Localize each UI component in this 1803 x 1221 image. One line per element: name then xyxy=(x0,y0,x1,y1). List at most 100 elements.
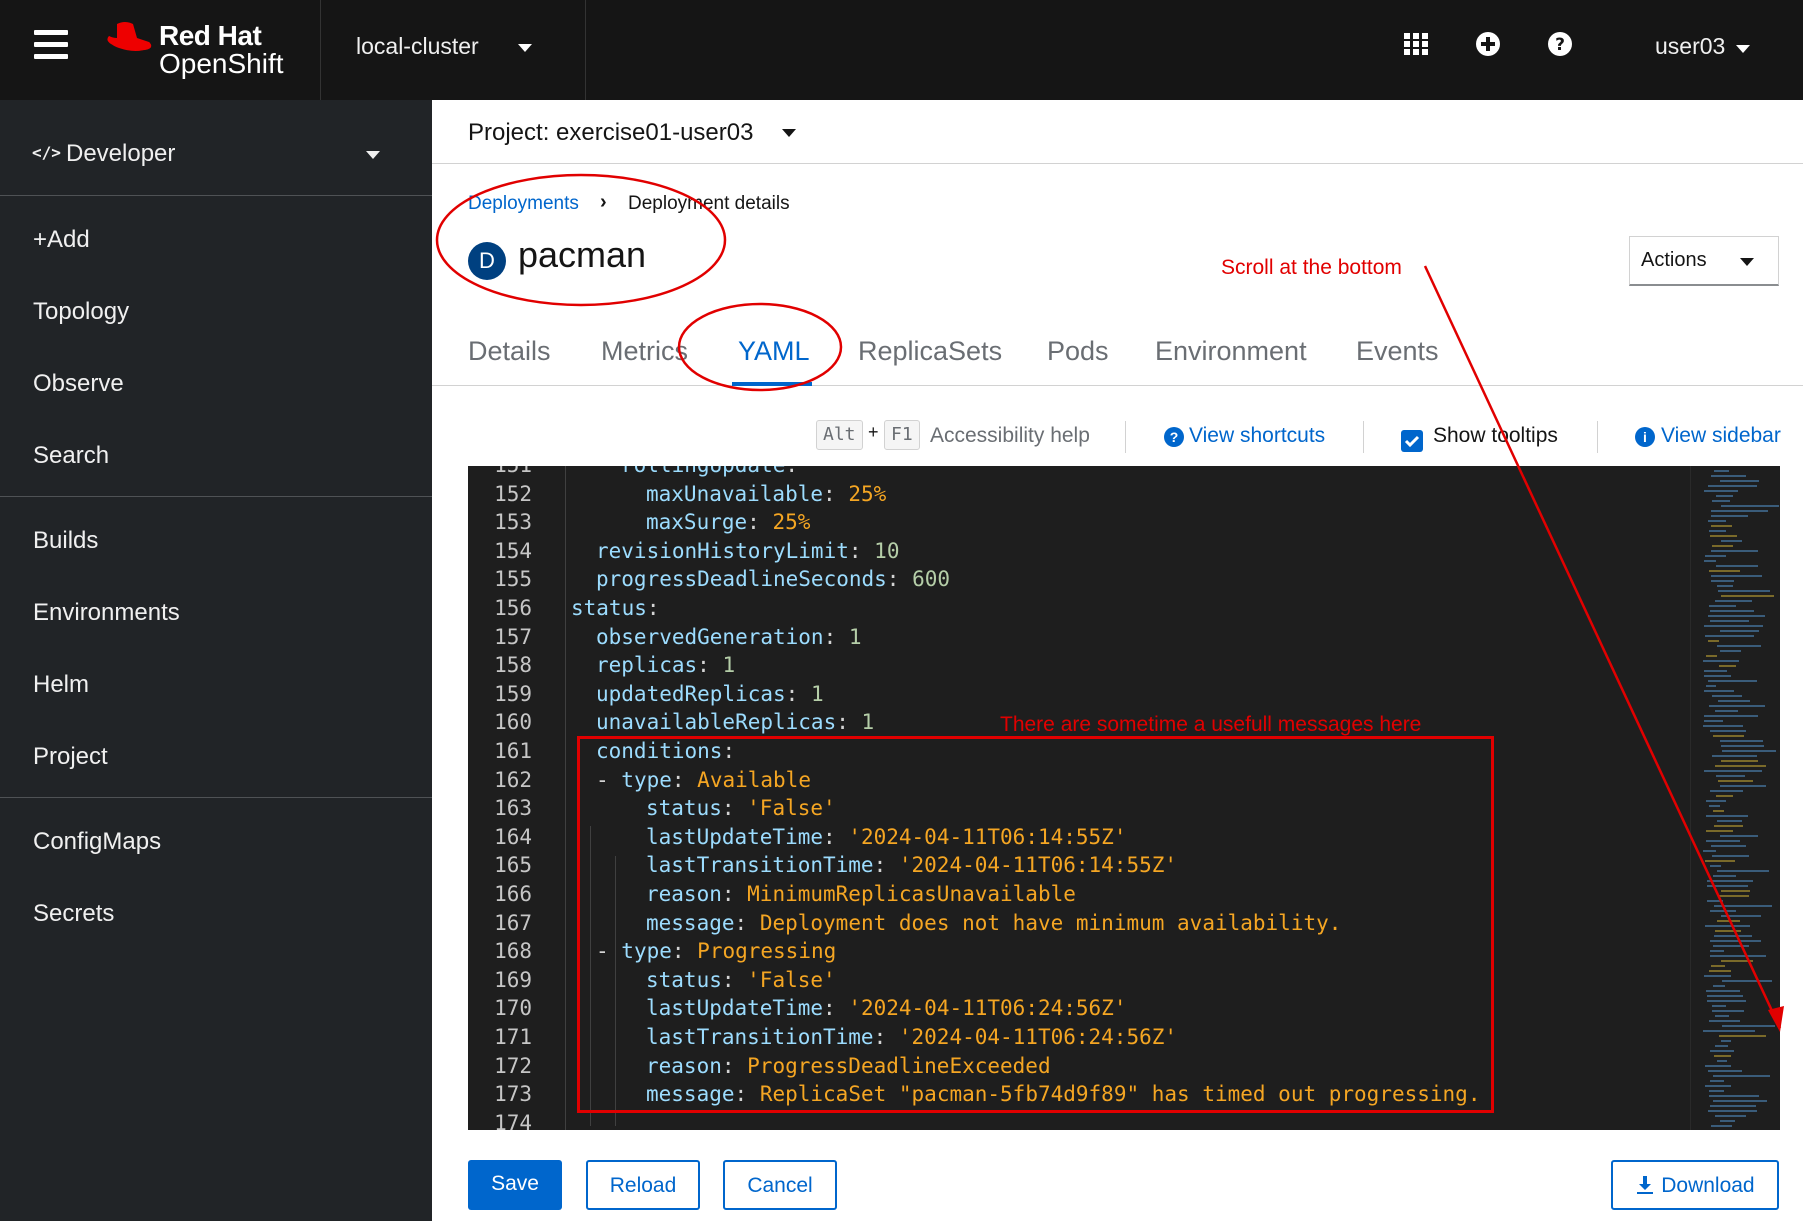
minimap-line xyxy=(1718,590,1770,592)
minimap-line xyxy=(1711,525,1732,527)
minimap-line xyxy=(1713,945,1749,947)
perspective-switcher[interactable]: </> Developer xyxy=(0,100,432,196)
info-circle-icon[interactable]: i xyxy=(1635,427,1655,447)
indent-guide xyxy=(565,466,566,1130)
reload-button[interactable]: Reload xyxy=(586,1160,700,1210)
editor-minimap[interactable] xyxy=(1690,466,1780,1130)
line-number: 162 xyxy=(494,767,532,792)
minimap-line xyxy=(1713,1075,1770,1077)
save-button[interactable]: Save xyxy=(468,1160,562,1210)
sidebar-item-add[interactable]: +Add xyxy=(33,226,90,254)
show-tooltips-label[interactable]: Show tooltips xyxy=(1433,424,1558,448)
minimap-line xyxy=(1715,710,1738,712)
tab-details[interactable]: Details xyxy=(468,336,551,367)
tab-metrics[interactable]: Metrics xyxy=(601,336,688,367)
minimap-line xyxy=(1719,665,1736,667)
minimap-line xyxy=(1710,730,1746,732)
masthead: Red Hat OpenShift local-cluster ? user03 xyxy=(0,0,1803,100)
minimap-line xyxy=(1718,700,1750,702)
minimap-line xyxy=(1720,785,1766,787)
kbd-f1: F1 xyxy=(884,420,920,450)
line-number: 156 xyxy=(494,596,532,620)
minimap-line xyxy=(1707,1000,1746,1002)
minimap-line xyxy=(1711,510,1768,512)
view-shortcuts-link[interactable]: View shortcuts xyxy=(1189,424,1325,448)
svg-text:?: ? xyxy=(1555,35,1565,55)
cluster-caret-down-icon[interactable] xyxy=(518,44,532,52)
minimap-line xyxy=(1720,480,1759,482)
actions-dropdown[interactable]: Actions xyxy=(1629,236,1779,286)
download-button[interactable]: Download xyxy=(1611,1160,1779,1210)
minimap-line xyxy=(1711,475,1746,477)
sidebar-item-topology[interactable]: Topology xyxy=(33,298,129,326)
sidebar-divider xyxy=(0,496,432,497)
question-circle-icon[interactable]: ? xyxy=(1546,30,1574,58)
code-icon: </> xyxy=(32,143,61,162)
sidebar-item-configmaps[interactable]: ConfigMaps xyxy=(33,828,161,856)
plus-circle-icon[interactable] xyxy=(1474,30,1502,58)
question-circle-icon[interactable]: ? xyxy=(1164,427,1184,447)
sidebar-item-observe[interactable]: Observe xyxy=(33,370,124,398)
tab-pods[interactable]: Pods xyxy=(1047,336,1109,367)
minimap-line xyxy=(1704,770,1762,772)
user-caret-down-icon[interactable] xyxy=(1736,45,1750,53)
minimap-line xyxy=(1703,850,1716,852)
sidebar-item-helm[interactable]: Helm xyxy=(33,671,89,699)
line-number: 169 xyxy=(494,967,532,992)
minimap-line xyxy=(1705,860,1735,862)
cluster-selector[interactable]: local-cluster xyxy=(356,33,479,60)
hamburger-menu-icon[interactable] xyxy=(34,30,68,60)
openshift-logo[interactable]: Red Hat OpenShift xyxy=(103,14,293,84)
grid-icon[interactable] xyxy=(1402,30,1430,58)
breadcrumb-current: Deployment details xyxy=(628,193,790,214)
breadcrumb-deployments-link[interactable]: Deployments xyxy=(468,193,579,215)
view-sidebar-link[interactable]: View sidebar xyxy=(1661,424,1781,448)
tab-replicasets[interactable]: ReplicaSets xyxy=(858,336,1002,367)
sidebar-item-project[interactable]: Project xyxy=(33,743,108,771)
sidebar-item-search[interactable]: Search xyxy=(33,442,109,470)
minimap-line xyxy=(1715,1015,1729,1017)
project-caret-down-icon[interactable] xyxy=(782,129,796,137)
minimap-line xyxy=(1710,610,1754,612)
minimap-line xyxy=(1708,485,1757,487)
minimap-line xyxy=(1720,1120,1735,1122)
annotation-messages-note: There are sometime a usefull messages he… xyxy=(1000,713,1422,736)
show-tooltips-checkbox[interactable] xyxy=(1401,430,1423,452)
minimap-line xyxy=(1716,565,1758,567)
minimap-line xyxy=(1721,915,1761,917)
minimap-line xyxy=(1705,1065,1731,1067)
tab-environment[interactable]: Environment xyxy=(1155,336,1307,367)
minimap-line xyxy=(1721,890,1750,892)
tab-yaml[interactable]: YAML xyxy=(738,336,810,367)
minimap-line xyxy=(1710,955,1766,957)
line-number: 168 xyxy=(494,939,532,964)
user-menu[interactable]: user03 xyxy=(1655,33,1725,60)
code-line: observedGeneration: 1 xyxy=(596,624,862,649)
minimap-line xyxy=(1714,825,1743,827)
minimap-line xyxy=(1712,500,1730,502)
kbd-alt: Alt xyxy=(816,420,863,450)
minimap-line xyxy=(1716,775,1745,777)
actions-caret-down-icon xyxy=(1740,258,1754,266)
annotation-box-conditions xyxy=(577,736,1494,1113)
minimap-line xyxy=(1707,885,1748,887)
tab-events[interactable]: Events xyxy=(1356,336,1439,367)
project-selector[interactable]: Project: exercise01-user03 xyxy=(468,119,753,147)
minimap-line xyxy=(1714,935,1752,937)
cancel-button[interactable]: Cancel xyxy=(723,1160,837,1210)
minimap-line xyxy=(1710,535,1737,537)
minimap-line xyxy=(1708,640,1719,642)
toolbar-divider xyxy=(1125,421,1126,453)
line-number: 164 xyxy=(494,824,532,849)
sidebar-item-builds[interactable]: Builds xyxy=(33,527,98,555)
minimap-line xyxy=(1712,755,1757,757)
line-number: 158 xyxy=(494,653,532,678)
sidebar-item-secrets[interactable]: Secrets xyxy=(33,900,114,928)
sidebar-item-environments[interactable]: Environments xyxy=(33,599,180,627)
minimap-line xyxy=(1710,1050,1734,1052)
line-number: 151 xyxy=(468,466,532,477)
perspective-caret-down-icon xyxy=(366,151,380,159)
minimap-line xyxy=(1706,685,1716,687)
minimap-line xyxy=(1708,680,1757,682)
accessibility-help-text: Accessibility help xyxy=(930,424,1090,447)
